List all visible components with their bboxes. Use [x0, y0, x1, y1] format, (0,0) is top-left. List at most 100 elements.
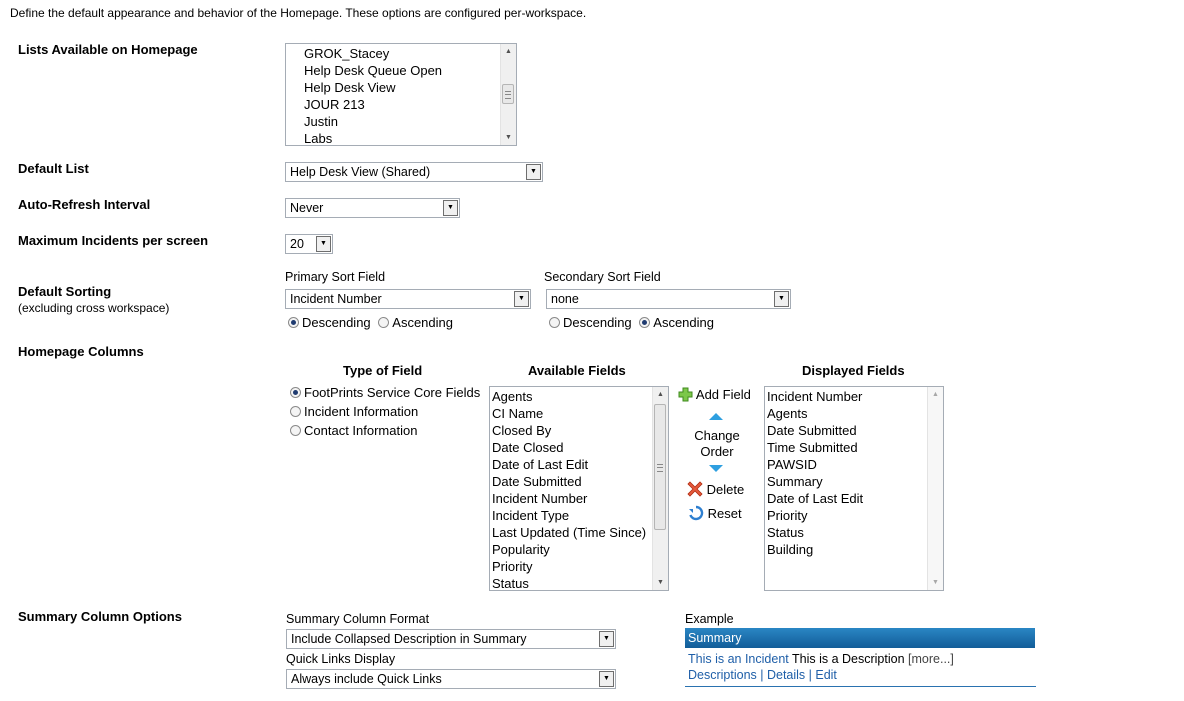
core-fields-radio[interactable]: [290, 387, 301, 398]
delete-label: Delete: [706, 482, 745, 497]
available-fields-scrollbar[interactable]: ▲ ▼: [652, 387, 668, 590]
chevron-down-icon[interactable]: ▼: [599, 671, 614, 687]
list-item[interactable]: JOUR 213: [304, 96, 499, 113]
delete-button[interactable]: Delete: [687, 481, 744, 497]
auto-refresh-value: Never: [290, 201, 324, 215]
scroll-down-icon[interactable]: ▼: [501, 130, 516, 145]
list-item[interactable]: Labs: [304, 130, 499, 144]
displayed-fields-heading: Displayed Fields: [802, 363, 905, 378]
chevron-down-icon[interactable]: ▼: [514, 291, 529, 307]
default-sorting-label: Default Sorting (excluding cross workspa…: [18, 284, 169, 315]
page-description: Define the default appearance and behavi…: [10, 6, 587, 20]
incident-info-radio[interactable]: [290, 406, 301, 417]
max-incidents-select[interactable]: 20 ▼: [285, 234, 333, 254]
move-up-icon[interactable]: [709, 413, 723, 420]
list-item[interactable]: Incident Number: [492, 490, 651, 507]
type-of-field-heading: Type of Field: [343, 363, 423, 378]
list-item[interactable]: Status: [767, 524, 926, 541]
max-incidents-label: Maximum Incidents per screen: [18, 233, 209, 248]
list-item[interactable]: Building: [767, 541, 926, 558]
primary-sort-select[interactable]: Incident Number ▼: [285, 289, 531, 309]
contact-info-label: Contact Information: [304, 423, 418, 438]
scroll-up-icon[interactable]: ▲: [653, 387, 668, 402]
list-item[interactable]: Date Closed: [492, 439, 651, 456]
secondary-sort-select[interactable]: none ▼: [546, 289, 791, 309]
summary-format-select[interactable]: Include Collapsed Description in Summary…: [286, 629, 616, 649]
list-item[interactable]: Date of Last Edit: [767, 490, 926, 507]
summary-options-label: Summary Column Options: [18, 609, 182, 624]
chevron-down-icon[interactable]: ▼: [774, 291, 789, 307]
example-quick-links[interactable]: Descriptions | Details | Edit: [688, 668, 837, 682]
quicklinks-label: Quick Links Display: [286, 652, 396, 666]
chevron-down-icon[interactable]: ▼: [316, 236, 331, 252]
list-item[interactable]: Summary: [767, 473, 926, 490]
scroll-down-icon[interactable]: ▼: [653, 575, 668, 590]
lists-available-label: Lists Available on Homepage: [18, 42, 198, 57]
primary-ascending-radio[interactable]: [378, 317, 390, 328]
list-item[interactable]: Last Updated (Time Since): [492, 524, 651, 541]
chevron-down-icon[interactable]: ▼: [599, 631, 614, 647]
list-item[interactable]: CI Name: [492, 405, 651, 422]
displayed-fields-scrollbar[interactable]: ▲ ▼: [927, 387, 943, 590]
example-more-link[interactable]: [more...]: [908, 652, 954, 666]
quicklinks-select[interactable]: Always include Quick Links ▼: [286, 669, 616, 689]
example-header-bar: Summary: [685, 628, 1035, 648]
list-item[interactable]: Date Submitted: [767, 422, 926, 439]
displayed-fields-listbox[interactable]: Incident Number Agents Date Submitted Ti…: [764, 386, 944, 591]
default-list-select[interactable]: Help Desk View (Shared) ▼: [285, 162, 543, 182]
list-item[interactable]: Priority: [767, 507, 926, 524]
scroll-thumb[interactable]: [502, 84, 514, 104]
lists-available-listbox[interactable]: GROK_Stacey Help Desk Queue Open Help De…: [285, 43, 517, 146]
scroll-thumb[interactable]: [654, 404, 666, 530]
max-incidents-value: 20: [290, 237, 304, 251]
chevron-down-icon[interactable]: ▼: [526, 164, 541, 180]
list-item[interactable]: Date of Last Edit: [492, 456, 651, 473]
summary-format-label: Summary Column Format: [286, 612, 430, 626]
secondary-sort-value: none: [551, 292, 579, 306]
list-item[interactable]: Incident Number: [767, 388, 926, 405]
list-item[interactable]: Status: [492, 575, 651, 589]
example-summary-line: This is an Incident This is a Descriptio…: [688, 652, 954, 666]
list-item[interactable]: Closed By: [492, 422, 651, 439]
contact-info-radio[interactable]: [290, 425, 301, 436]
scroll-up-icon[interactable]: ▲: [928, 387, 943, 402]
add-field-button[interactable]: Add Field: [678, 387, 751, 402]
list-item[interactable]: GROK_Stacey: [304, 45, 499, 62]
list-item[interactable]: Help Desk View: [304, 79, 499, 96]
example-incident-link[interactable]: This is an Incident: [688, 652, 789, 666]
example-label: Example: [685, 612, 734, 626]
default-sorting-title: Default Sorting: [18, 284, 112, 299]
reset-button[interactable]: Reset: [688, 505, 742, 521]
chevron-down-icon[interactable]: ▼: [443, 200, 458, 216]
lists-scrollbar[interactable]: ▲ ▼: [500, 44, 516, 145]
list-item[interactable]: Agents: [492, 388, 651, 405]
quicklinks-value: Always include Quick Links: [291, 672, 442, 686]
list-item[interactable]: PAWSID: [767, 456, 926, 473]
list-item[interactable]: Priority: [492, 558, 651, 575]
available-fields-listbox[interactable]: Agents CI Name Closed By Date Closed Dat…: [489, 386, 669, 591]
auto-refresh-select[interactable]: Never ▼: [285, 198, 460, 218]
move-down-icon[interactable]: [709, 465, 723, 472]
default-sorting-sublabel: (excluding cross workspace): [18, 301, 170, 315]
primary-descending-radio[interactable]: [288, 317, 299, 328]
scroll-up-icon[interactable]: ▲: [501, 44, 516, 59]
field-type-group: FootPrints Service Core Fields Incident …: [290, 385, 480, 442]
list-item[interactable]: Justin: [304, 113, 499, 130]
list-item[interactable]: Popularity: [492, 541, 651, 558]
scroll-down-icon[interactable]: ▼: [928, 575, 943, 590]
list-item[interactable]: Agents: [767, 405, 926, 422]
secondary-ascending-radio[interactable]: [639, 317, 651, 328]
primary-ascending-label: Ascending: [392, 315, 453, 330]
primary-sort-label: Primary Sort Field: [285, 270, 386, 284]
example-divider: [685, 686, 1036, 687]
core-fields-label: FootPrints Service Core Fields: [304, 385, 481, 400]
list-item[interactable]: Incident Type: [492, 507, 651, 524]
list-item[interactable]: Time Submitted: [767, 439, 926, 456]
secondary-order-group: Descending Ascending: [549, 315, 714, 330]
available-fields-heading: Available Fields: [528, 363, 626, 378]
reset-label: Reset: [707, 506, 742, 521]
secondary-descending-radio[interactable]: [549, 317, 560, 328]
example-description: This is a Description: [792, 652, 905, 666]
list-item[interactable]: Date Submitted: [492, 473, 651, 490]
list-item[interactable]: Help Desk Queue Open: [304, 62, 499, 79]
